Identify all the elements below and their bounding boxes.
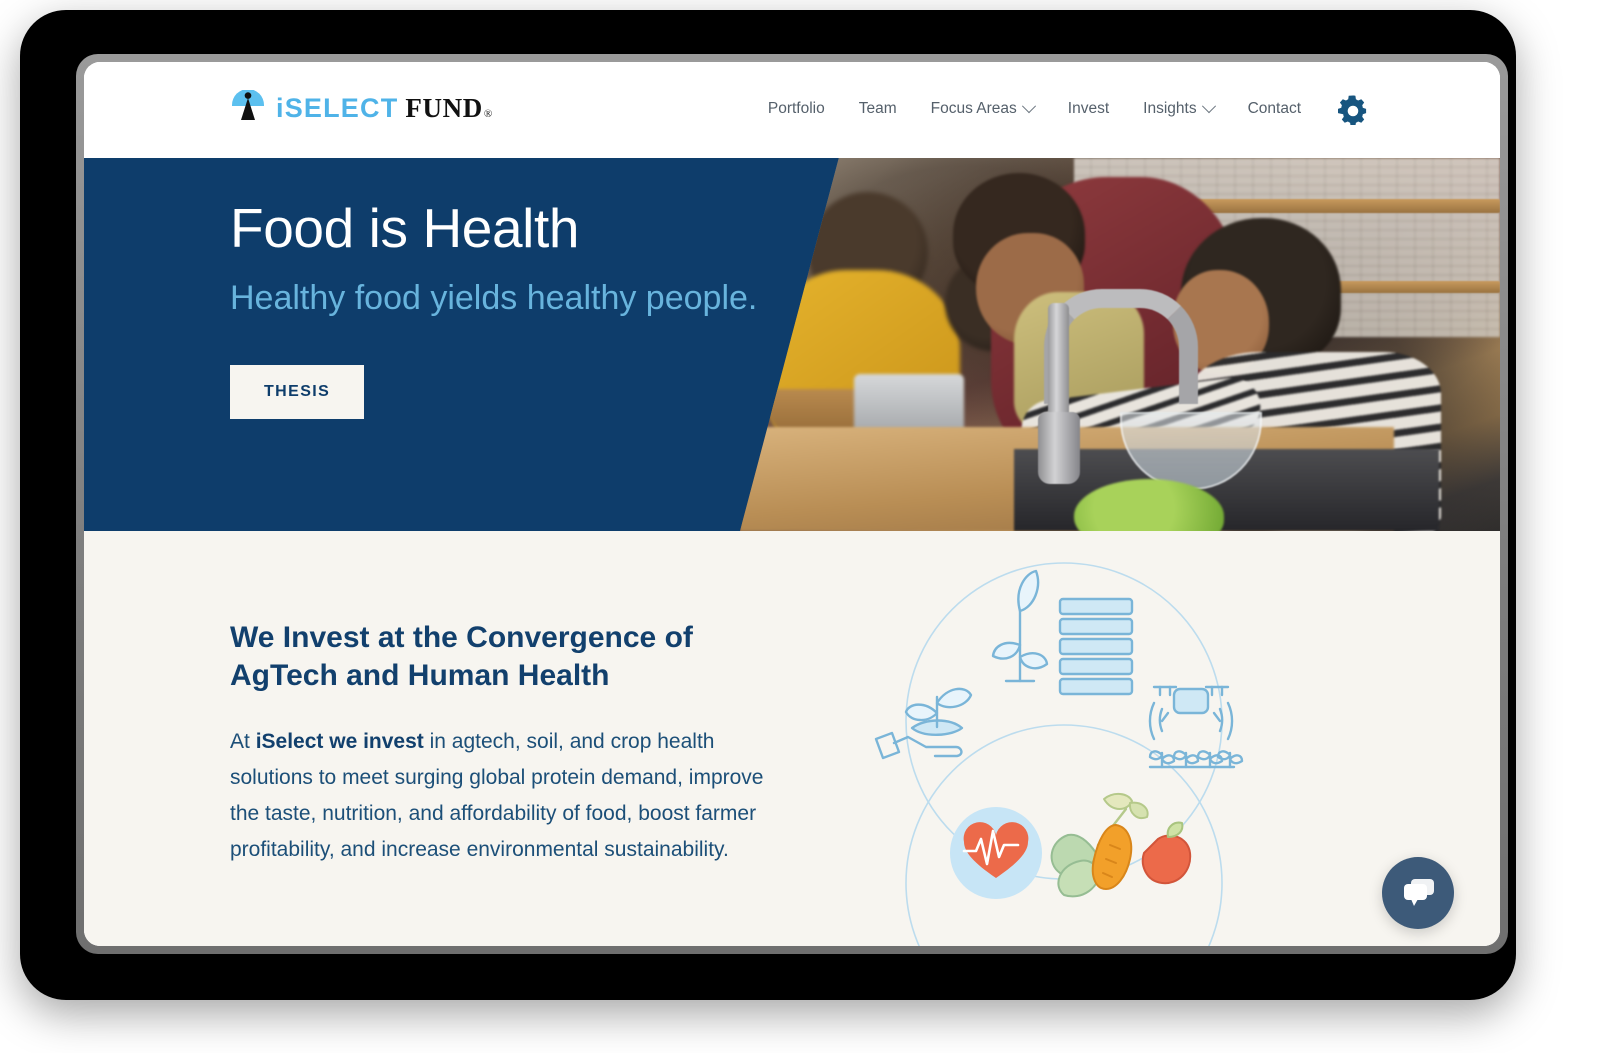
hero-photo <box>740 158 1500 531</box>
hero-section: Food is Health Healthy food yields healt… <box>84 158 1500 531</box>
nav-label: Invest <box>1067 100 1110 117</box>
logo-fund-text: FUND <box>405 92 483 123</box>
crop-drone-icon <box>1148 685 1244 769</box>
plant-data-bars-icon <box>991 569 1134 696</box>
thesis-button[interactable]: THESIS <box>230 365 365 420</box>
device-bezel: iSELECT FUND ® Portfolio Team Focus Area… <box>76 54 1508 954</box>
section-body-bold: iSelect we invest <box>255 730 424 753</box>
nav-label: Focus Areas <box>930 100 1017 117</box>
sprout-in-hand-icon <box>874 687 973 760</box>
convergence-section: We Invest at the Convergence of AgTech a… <box>84 531 1500 946</box>
gear-icon[interactable] <box>1336 92 1370 126</box>
convergence-text-block: We Invest at the Convergence of AgTech a… <box>84 531 810 868</box>
nav-item-invest[interactable]: Invest <box>1051 92 1126 126</box>
chat-bubbles-icon <box>1404 879 1434 906</box>
section-body-lead: At <box>230 730 256 753</box>
chevron-down-icon <box>1021 99 1036 114</box>
website-page: iSELECT FUND ® Portfolio Team Focus Area… <box>84 62 1500 946</box>
screenshot-stage: iSELECT FUND ® Portfolio Team Focus Area… <box>0 0 1600 1053</box>
nav-label: Team <box>858 100 897 117</box>
venn-diagram-illustration <box>854 553 1274 946</box>
nav-label: Portfolio <box>767 100 825 117</box>
main-navigation: Portfolio Team Focus Areas Invest Insigh… <box>751 92 1370 126</box>
vegetables-icon <box>1050 793 1192 898</box>
hero-text-block: Food is Health Healthy food yields healt… <box>230 197 790 420</box>
device-frame: iSELECT FUND ® Portfolio Team Focus Area… <box>20 10 1516 1000</box>
logo-wordmark: iSELECT FUND ® <box>276 93 492 124</box>
nav-item-insights[interactable]: Insights <box>1126 92 1230 126</box>
hero-title: Food is Health <box>230 197 580 259</box>
device-screen: iSELECT FUND ® Portfolio Team Focus Area… <box>84 62 1500 946</box>
nav-label: Contact <box>1247 100 1301 117</box>
nav-item-contact[interactable]: Contact <box>1231 92 1318 126</box>
heart-pulse-icon <box>950 807 1042 899</box>
hero-subtitle: Healthy food yields healthy people. <box>230 279 758 318</box>
logo-registered-mark: ® <box>483 107 493 120</box>
hero-photo-image <box>740 158 1500 531</box>
section-heading: We Invest at the Convergence of AgTech a… <box>230 621 693 692</box>
nav-item-portfolio[interactable]: Portfolio <box>751 92 842 126</box>
nav-label: Insights <box>1143 100 1197 117</box>
nav-item-team[interactable]: Team <box>842 92 914 126</box>
chevron-down-icon <box>1201 99 1216 114</box>
nav-item-focus-areas[interactable]: Focus Areas <box>914 92 1051 126</box>
section-body: At iSelect we invest in agtech, soil, an… <box>230 724 770 868</box>
chat-widget-button[interactable] <box>1382 857 1454 929</box>
logo-iselect-text: iSELECT <box>276 92 399 123</box>
iselect-logo-mark-icon <box>230 89 266 126</box>
site-logo[interactable]: iSELECT FUND ® <box>230 89 492 126</box>
site-header: iSELECT FUND ® Portfolio Team Focus Area… <box>84 62 1500 158</box>
